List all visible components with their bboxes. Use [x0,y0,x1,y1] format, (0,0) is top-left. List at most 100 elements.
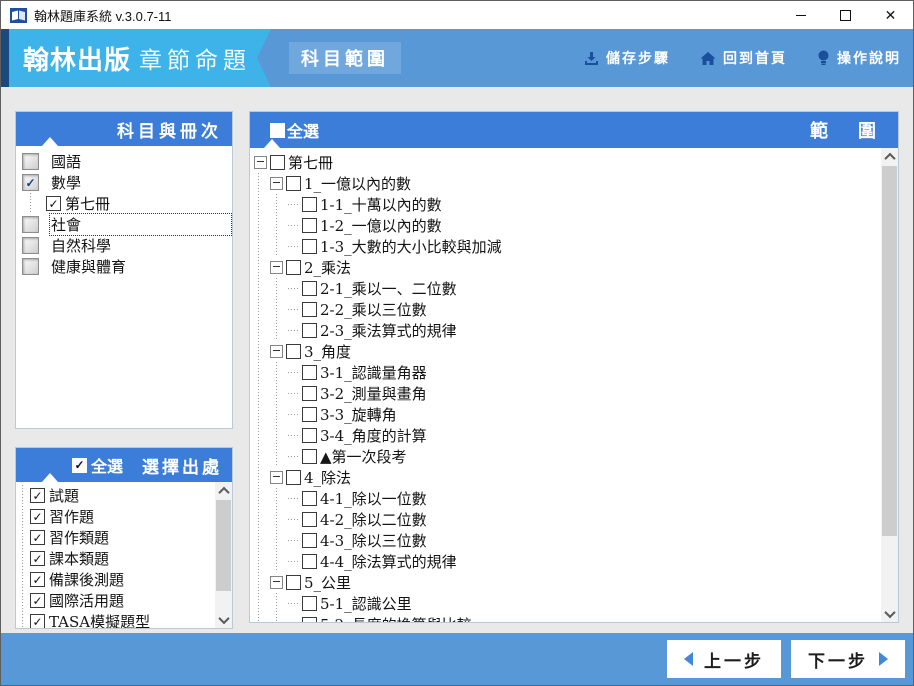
tree-row[interactable]: 1-1_十萬以內的數 [252,194,881,215]
subject-checkbox[interactable] [22,216,39,233]
subject-row[interactable]: 社會 [16,213,232,236]
source-checkbox[interactable] [30,614,45,628]
tree-row[interactable]: 第七冊 [252,152,881,173]
chapter-checkbox[interactable] [302,365,317,380]
tree-row[interactable]: 4-3_除以三位數 [252,530,881,551]
tree-row[interactable]: 5-2_長度的換算與比較 [252,614,881,622]
close-button[interactable]: ✕ [868,1,913,29]
source-checkbox[interactable] [30,509,45,524]
tree-guide [288,236,302,257]
source-checkbox[interactable] [30,593,45,608]
sources-select-all-checkbox[interactable] [72,457,87,473]
chapter-checkbox[interactable] [286,260,301,275]
chapter-checkbox[interactable] [302,617,317,622]
collapse-expander-icon[interactable] [254,156,267,169]
subject-row[interactable]: 健康與體育 [16,256,232,277]
scrollbar-thumb[interactable] [216,500,231,591]
volume-checkbox[interactable] [46,196,61,211]
chapter-checkbox[interactable] [302,554,317,569]
source-row[interactable]: 試題 [16,485,215,506]
tree-row[interactable]: ▲第一次段考 [252,446,881,467]
minimize-button[interactable] [778,1,823,29]
tree-row[interactable]: 2-3_乘法算式的規律 [252,320,881,341]
chapter-checkbox[interactable] [302,428,317,443]
chapter-checkbox[interactable] [302,596,317,611]
chapter-checkbox[interactable] [302,491,317,506]
tree-row[interactable]: 1_一億以內的數 [252,173,881,194]
chapter-checkbox[interactable] [302,386,317,401]
scroll-down-icon[interactable] [215,611,232,628]
collapse-expander-icon[interactable] [270,261,283,274]
subject-row[interactable]: 第七冊 [16,193,232,214]
chapter-checkbox[interactable] [302,449,317,464]
chapter-checkbox[interactable] [286,575,301,590]
tree-row[interactable]: 3-4_角度的計算 [252,425,881,446]
subject-row[interactable]: 數學 [16,172,232,193]
help-button[interactable]: 操作說明 [817,48,901,68]
source-checkbox[interactable] [30,530,45,545]
tree-row[interactable]: 4-2_除以二位數 [252,509,881,530]
chapter-checkbox[interactable] [270,155,285,170]
source-checkbox[interactable] [30,551,45,566]
source-row[interactable]: TASA模擬題型 [16,611,215,628]
scroll-up-icon[interactable] [215,482,232,499]
chapter-checkbox[interactable] [302,302,317,317]
chapter-checkbox[interactable] [302,239,317,254]
source-checkbox[interactable] [30,488,45,503]
subject-checkbox[interactable] [22,174,39,191]
chapter-checkbox[interactable] [302,407,317,422]
tree-guide [16,485,30,506]
minimize-icon [795,14,806,16]
chapter-checkbox[interactable] [302,533,317,548]
collapse-expander-icon[interactable] [270,576,283,589]
chapter-checkbox[interactable] [302,323,317,338]
tree-row[interactable]: 3-1_認識量角器 [252,362,881,383]
save-steps-button[interactable]: 儲存步驟 [584,48,670,68]
tree-row[interactable]: 2-1_乘以一、二位數 [252,278,881,299]
previous-step-button[interactable]: 上一步 [667,640,781,678]
maximize-button[interactable] [823,1,868,29]
tree-row[interactable]: 1-3_大數的大小比較與加減 [252,236,881,257]
subject-row[interactable]: 自然科學 [16,235,232,256]
tree-row[interactable]: 2_乘法 [252,257,881,278]
source-row[interactable]: 習作題 [16,506,215,527]
tree-row[interactable]: 3_角度 [252,341,881,362]
collapse-expander-icon[interactable] [270,345,283,358]
tree-row[interactable]: 4-1_除以一位數 [252,488,881,509]
tree-row[interactable]: 3-2_測量與畫角 [252,383,881,404]
tree-row[interactable]: 5_公里 [252,572,881,593]
scroll-up-icon[interactable] [881,148,898,165]
scrollbar-thumb[interactable] [882,166,897,536]
chapter-checkbox[interactable] [302,281,317,296]
source-row[interactable]: 習作類題 [16,527,215,548]
chapter-checkbox[interactable] [302,218,317,233]
tree-row[interactable]: 2-2_乘以三位數 [252,299,881,320]
subject-checkbox[interactable] [22,258,39,275]
source-checkbox[interactable] [30,572,45,587]
collapse-expander-icon[interactable] [270,177,283,190]
collapse-expander-icon[interactable] [270,471,283,484]
subject-checkbox[interactable] [22,237,39,254]
tree-row[interactable]: 3-3_旋轉角 [252,404,881,425]
chapter-checkbox[interactable] [302,197,317,212]
source-row[interactable]: 國際活用題 [16,590,215,611]
source-row[interactable]: 備課後測題 [16,569,215,590]
source-row[interactable]: 課本類題 [16,548,215,569]
chapter-checkbox[interactable] [286,470,301,485]
tree-row[interactable]: 1-2_一億以內的數 [252,215,881,236]
chapter-checkbox[interactable] [286,176,301,191]
chapter-checkbox[interactable] [302,512,317,527]
sources-scrollbar[interactable] [215,482,232,628]
scope-select-all-checkbox[interactable] [270,122,285,138]
subject-checkbox[interactable] [22,153,39,170]
scope-scrollbar[interactable] [881,148,898,622]
tree-row[interactable]: 4_除法 [252,467,881,488]
home-button[interactable]: 回到首頁 [700,48,787,68]
next-step-button[interactable]: 下一步 [791,640,905,678]
chapter-checkbox[interactable] [286,344,301,359]
subject-row[interactable]: 國語 [16,151,232,172]
scroll-down-icon[interactable] [881,605,898,622]
tree-row[interactable]: 4-4_除法算式的規律 [252,551,881,572]
tree-row[interactable]: 5-1_認識公里 [252,593,881,614]
tree-indent [252,173,270,194]
